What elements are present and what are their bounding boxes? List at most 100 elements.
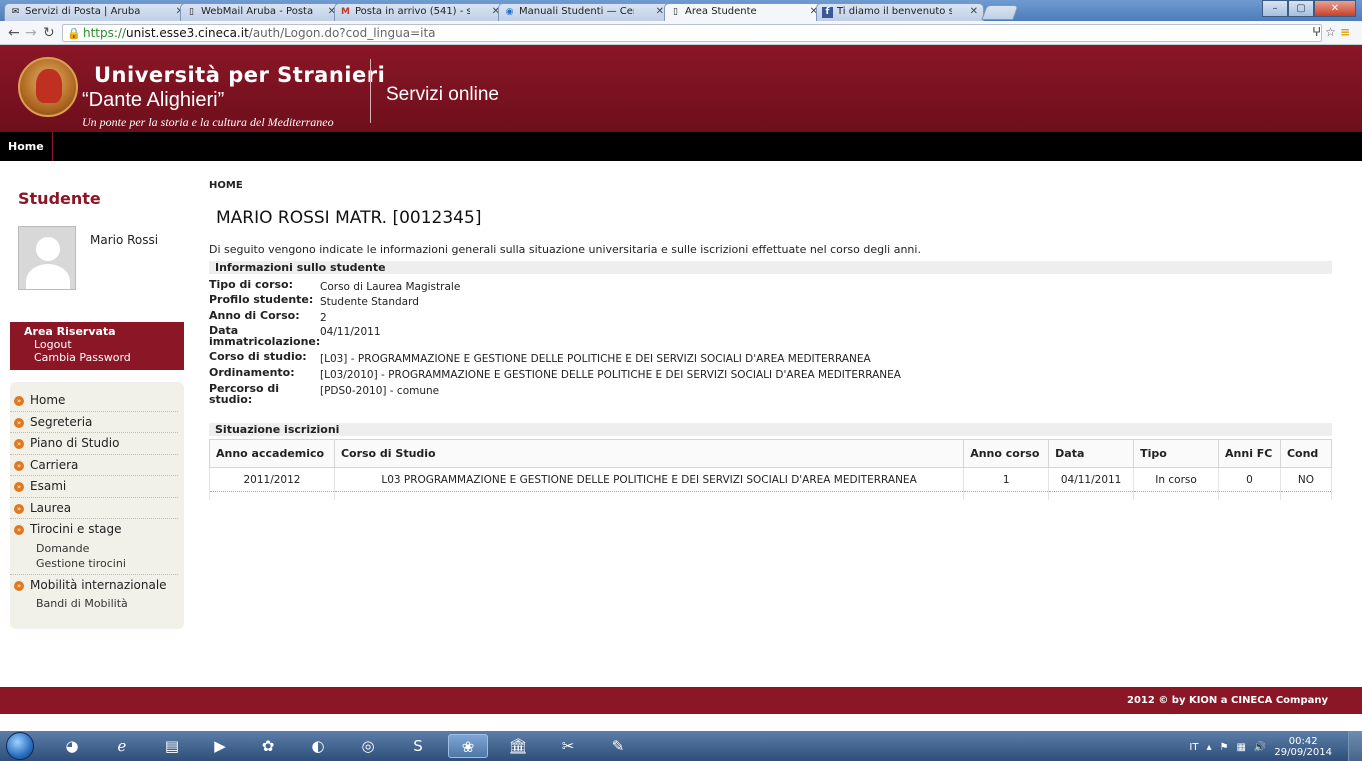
sidebar-item-esami[interactable]: » Esami — [10, 476, 178, 498]
iscrizioni-table: Anno accademico Corso di Studio Anno cor… — [209, 439, 1333, 500]
arrow-bullet-icon: » — [14, 580, 24, 591]
browser-tab[interactable]: ✉ Servizi di Posta | Aruba.it ✕ — [4, 3, 190, 21]
table-cell: 1 — [963, 467, 1050, 492]
table-cell: 0 — [1218, 467, 1281, 492]
forward-icon[interactable]: → — [25, 24, 37, 42]
arrow-bullet-icon: » — [14, 525, 24, 535]
internet-explorer-icon[interactable]: ℯ — [102, 734, 142, 758]
column-header: Corso di Studio — [333, 439, 965, 468]
sidebar-item-home[interactable]: » Home — [10, 390, 178, 412]
media-player-icon[interactable]: ▶ — [200, 734, 240, 758]
table-cell: L03 PROGRAMMAZIONE E GESTIONE DELLE POLI… — [333, 467, 965, 492]
topnav-home-link[interactable]: Home — [0, 132, 53, 161]
url-field[interactable]: 🔒 https://unist.esse3.cineca.it/auth/Logo… — [62, 24, 1322, 42]
skype-icon[interactable]: S — [398, 734, 438, 758]
university-motto: Un ponte per la storia e la cultura del … — [82, 115, 334, 129]
page-icon: ▯ — [673, 7, 678, 17]
arrow-bullet-icon: » — [14, 503, 24, 514]
arrow-bullet-icon: » — [14, 417, 24, 428]
breadcrumb[interactable]: HOME — [209, 180, 243, 191]
arrow-bullet-icon: » — [14, 396, 24, 406]
logout-link[interactable]: Logout — [34, 338, 184, 351]
chrome-icon[interactable]: ◕ — [52, 734, 92, 758]
sidebar-subitem-bandi[interactable]: Bandi di Mobilità — [10, 596, 178, 611]
aruba-icon: ✉ — [11, 7, 20, 17]
browser-tab[interactable]: ▯ WebMail Aruba - Posta in ✕ — [180, 3, 342, 21]
show-desktop-button[interactable] — [1348, 731, 1362, 761]
page-title: MARIO ROSSI MATR. [0012345] — [216, 208, 482, 228]
browser-tab[interactable]: ◉ Manuali Studenti — Centr ✕ — [498, 3, 670, 21]
tray-arrow-icon[interactable]: ▴ — [1206, 742, 1211, 753]
app-icon[interactable]: ◎ — [348, 734, 388, 758]
service-title: Servizi online — [386, 84, 499, 105]
clock[interactable]: 00:42 29/09/2014 — [1274, 736, 1332, 758]
table-cell: In corso — [1133, 467, 1220, 492]
paint-icon[interactable]: ✎ — [598, 734, 638, 758]
table-cell: 2011/2012 — [209, 467, 335, 492]
star-icon[interactable]: ☆ — [1325, 25, 1340, 39]
avatar — [18, 226, 76, 290]
arrow-bullet-icon: » — [14, 439, 24, 449]
university-logo[interactable] — [18, 57, 78, 117]
table-cell: NO — [1279, 467, 1333, 492]
browser-tab-strip: ✉ Servizi di Posta | Aruba.it ✕ ▯ WebMai… — [0, 0, 1362, 22]
new-tab-button[interactable] — [981, 5, 1019, 20]
language-indicator[interactable]: IT — [1189, 742, 1198, 753]
museum-icon[interactable]: 🏛 — [498, 734, 538, 758]
student-name: Mario Rossi — [90, 233, 159, 247]
lock-icon: 🔒 — [67, 27, 81, 40]
users-app-icon[interactable]: ❀ — [448, 734, 488, 758]
volume-icon[interactable]: 🔊 — [1254, 742, 1266, 753]
site-header: Università per Stranieri “Dante Alighier… — [0, 45, 1362, 132]
system-tray: IT ▴ ⚑ ▦ 🔊 00:42 29/09/2014 — [1189, 736, 1332, 758]
change-password-link[interactable]: Cambia Password — [34, 351, 184, 364]
tab-close-icon[interactable]: ✕ — [970, 6, 978, 17]
globe-icon: ◉ — [505, 7, 514, 17]
browser-tab[interactable]: M Posta in arrivo (541) - sant ✕ — [334, 3, 506, 21]
firefox-icon[interactable]: ◐ — [298, 734, 338, 758]
page-icon: ▯ — [189, 7, 194, 17]
column-header: Cond — [1279, 439, 1333, 468]
sidebar-subitem-gestione-tirocini[interactable]: Gestione tirocini — [10, 556, 178, 571]
paint-app-icon[interactable]: ✿ — [248, 734, 288, 758]
maximize-icon[interactable]: ▢ — [1288, 0, 1314, 17]
column-header: Anno accademico — [209, 439, 335, 468]
extension-icon[interactable]: ⵖ — [1312, 25, 1325, 39]
university-name: Università per Stranieri — [94, 63, 386, 87]
table-row: 2011/2012 L03 PROGRAMMAZIONE E GESTIONE … — [209, 467, 1333, 492]
table-row-empty — [209, 491, 1333, 500]
sidebar-item-carriera[interactable]: » Carriera — [10, 455, 178, 476]
minimize-icon[interactable]: – — [1262, 0, 1288, 17]
header-divider — [370, 59, 371, 123]
sidebar-item-piano-di-studio[interactable]: » Piano di Studio — [10, 433, 178, 455]
reload-icon[interactable]: ↻ — [43, 24, 55, 42]
sidebar-item-segreteria[interactable]: » Segreteria — [10, 412, 178, 433]
footer: 2012 © by KION a CINECA Company — [0, 687, 1362, 714]
sidebar-item-mobilita[interactable]: » Mobilità internazionale — [10, 575, 172, 597]
table-cell: 04/11/2011 — [1048, 467, 1135, 492]
browser-tab[interactable]: f Ti diamo il benvenuto su ✕ — [816, 3, 984, 21]
close-icon[interactable]: ✕ — [1314, 0, 1356, 17]
flag-icon[interactable]: ⚑ — [1219, 742, 1228, 753]
column-header: Anno corso — [963, 439, 1050, 468]
back-icon[interactable]: ← — [8, 24, 20, 42]
windows-taskbar: ◕ ℯ ▤ ▶ ✿ ◐ ◎ S ❀ 🏛 ✂ ✎ IT ▴ ⚑ ▦ 🔊 00:42… — [0, 731, 1362, 761]
tools-icon[interactable]: ✂ — [548, 734, 588, 758]
facebook-icon: f — [822, 7, 833, 18]
sidebar-subitem-domande[interactable]: Domande — [10, 541, 178, 556]
section-header-info: Informazioni sullo studente — [209, 261, 1332, 274]
sidebar-item-laurea[interactable]: » Laurea — [10, 498, 178, 519]
menu-icon[interactable]: ≡ — [1340, 25, 1354, 39]
arrow-bullet-icon: » — [14, 460, 24, 471]
file-explorer-icon[interactable]: ▤ — [152, 734, 192, 758]
network-icon[interactable]: ▦ — [1236, 742, 1245, 753]
top-nav: Home — [0, 132, 1362, 161]
tab-close-icon[interactable]: ✕ — [656, 6, 664, 17]
section-header-iscrizioni: Situazione iscrizioni — [209, 423, 1332, 436]
browser-tab-active[interactable]: ▯ Area Studente ✕ — [664, 3, 824, 22]
intro-text: Di seguito vengono indicate le informazi… — [209, 243, 921, 256]
start-button[interactable] — [6, 732, 34, 760]
sidebar-item-tirocini[interactable]: » Tirocini e stage — [10, 519, 172, 541]
area-riservata-title: Area Riservata — [24, 325, 116, 338]
address-bar: ← → ↻ 🔒 https://unist.esse3.cineca.it/aut… — [0, 21, 1362, 45]
